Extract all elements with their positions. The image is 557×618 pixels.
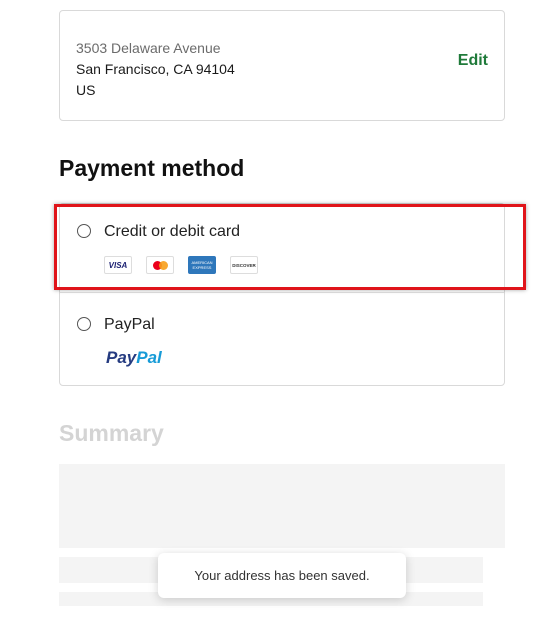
- card-radio[interactable]: [77, 224, 91, 238]
- discover-icon: DISCOVER: [230, 256, 258, 274]
- card-option-label: Credit or debit card: [104, 223, 241, 240]
- address-lines: 3503 Delaware Avenue San Francisco, CA 9…: [76, 38, 235, 101]
- payment-option-card[interactable]: Credit or debit card VISA AMERICAN EXPRE…: [60, 204, 504, 293]
- visa-icon: VISA: [104, 256, 132, 274]
- summary-skeleton-block: [59, 464, 505, 548]
- paypal-option-label: PayPal: [104, 316, 155, 333]
- card-logos: VISA AMERICAN EXPRESS DISCOVER: [104, 256, 258, 274]
- paypal-radio[interactable]: [77, 317, 91, 331]
- amex-icon: AMERICAN EXPRESS: [188, 256, 216, 274]
- edit-address-button[interactable]: Edit: [458, 52, 488, 70]
- discover-text: DISCOVER: [232, 262, 256, 268]
- visa-text: VISA: [108, 260, 128, 270]
- address-city-state-zip: San Francisco, CA 94104: [76, 61, 235, 77]
- amex-text: AMERICAN EXPRESS: [191, 260, 213, 270]
- payment-option-paypal[interactable]: PayPal PayPal: [60, 304, 504, 384]
- address-country: US: [76, 82, 96, 98]
- mastercard-icon: [146, 256, 174, 274]
- mastercard-yellow-circle: [158, 260, 168, 270]
- address-saved-toast: Your address has been saved.: [158, 553, 406, 598]
- address-street: 3503 Delaware Avenue: [76, 40, 221, 56]
- summary-title: Summary: [59, 420, 164, 446]
- payment-options-box: Credit or debit card VISA AMERICAN EXPRE…: [59, 203, 505, 386]
- paypal-logo-pal: Pal: [136, 348, 162, 367]
- shipping-address-card: 3503 Delaware Avenue San Francisco, CA 9…: [59, 10, 505, 121]
- toast-message: Your address has been saved.: [194, 568, 370, 583]
- payment-method-title: Payment method: [59, 155, 245, 181]
- paypal-logo-icon: PayPal: [106, 348, 162, 368]
- paypal-logo-pay: Pay: [106, 348, 137, 367]
